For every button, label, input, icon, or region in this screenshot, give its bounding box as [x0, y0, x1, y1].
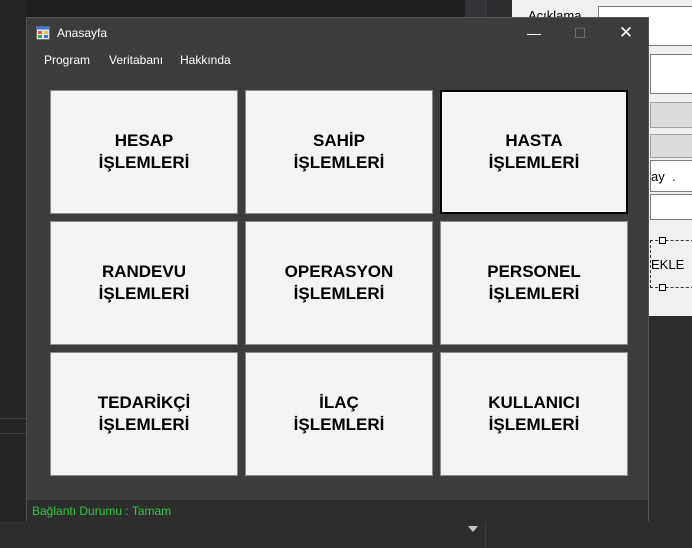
- menu-veritabani[interactable]: Veritabanı: [109, 53, 163, 67]
- tile-label-line1: HESAP: [114, 131, 174, 150]
- tile-label-line1: OPERASYON: [284, 262, 394, 281]
- app-window-icon: [36, 26, 50, 40]
- ide-left-panel: [0, 0, 26, 548]
- ide-divider: [0, 433, 26, 434]
- designer-textbox[interactable]: [650, 194, 692, 220]
- hasta-islemleri-button[interactable]: HASTA İŞLEMLERİ: [440, 90, 628, 214]
- tile-label-line1: PERSONEL: [487, 262, 581, 281]
- tile-label-line1: KULLANICI: [488, 393, 580, 412]
- ilac-islemleri-button[interactable]: İLAÇ İŞLEMLERİ: [245, 352, 433, 476]
- menu-hakkinda[interactable]: Hakkında: [180, 53, 231, 67]
- close-button[interactable]: ✕: [603, 18, 649, 48]
- tile-label-line2: İŞLEMLERİ: [488, 284, 580, 303]
- tile-label-line2: İŞLEMLERİ: [98, 153, 190, 172]
- operasyon-islemleri-button[interactable]: OPERASYON İŞLEMLERİ: [245, 221, 433, 345]
- tile-label-line2: İŞLEMLERİ: [98, 415, 190, 434]
- personel-islemleri-button[interactable]: PERSONEL İŞLEMLERİ: [440, 221, 628, 345]
- title-bar[interactable]: Anasayfa — ☐ ✕: [27, 18, 648, 48]
- hesap-islemleri-button[interactable]: HESAP İŞLEMLERİ: [50, 90, 238, 214]
- ide-bottom-bar: [0, 521, 485, 548]
- tile-label-line2: İŞLEMLERİ: [488, 415, 580, 434]
- designer-textbox[interactable]: [650, 54, 692, 94]
- resize-handle[interactable]: [659, 237, 666, 244]
- menu-bar: Program Veritabanı Hakkında: [27, 48, 648, 72]
- tile-label-line2: İŞLEMLERİ: [293, 284, 385, 303]
- designer-disabled-field: [650, 134, 692, 158]
- ide-divider: [0, 418, 26, 419]
- status-bar: Bağlantı Durumu : Tamam: [27, 500, 648, 522]
- tile-label-line1: RANDEVU: [101, 262, 187, 281]
- maximize-button[interactable]: ☐: [557, 18, 603, 48]
- randevu-islemleri-button[interactable]: RANDEVU İŞLEMLERİ: [50, 221, 238, 345]
- connection-status: Bağlantı Durumu : Tamam: [32, 504, 172, 518]
- tile-label-line2: İŞLEMLERİ: [98, 284, 190, 303]
- tile-label-line2: İŞLEMLERİ: [488, 153, 580, 172]
- minimize-button[interactable]: —: [511, 18, 557, 48]
- sahip-islemleri-button[interactable]: SAHİP İŞLEMLERİ: [245, 90, 433, 214]
- tile-label-line2: İŞLEMLERİ: [293, 415, 385, 434]
- tile-label-line1: TEDARİKÇİ: [97, 393, 191, 412]
- ide-toolbar-piece: [465, 0, 485, 18]
- chevron-down-icon[interactable]: [468, 526, 478, 532]
- menu-program[interactable]: Program: [44, 53, 90, 67]
- tile-label-line2: İŞLEMLERİ: [293, 153, 385, 172]
- designer-date-text: ay .: [651, 169, 676, 184]
- tedarikci-islemleri-button[interactable]: TEDARİKÇİ İŞLEMLERİ: [50, 352, 238, 476]
- tile-label-line1: HASTA: [505, 131, 563, 150]
- tile-label-line1: İLAÇ: [319, 393, 359, 412]
- window-title: Anasayfa: [57, 26, 108, 40]
- kullanici-islemleri-button[interactable]: KULLANICI İŞLEMLERİ: [440, 352, 628, 476]
- resize-handle[interactable]: [659, 284, 666, 291]
- anasayfa-window: Anasayfa — ☐ ✕ Program Veritabanı Hakkın…: [26, 17, 649, 522]
- tile-label-line1: SAHİP: [313, 131, 365, 150]
- designer-ekle-label: EKLE: [651, 257, 685, 272]
- designer-disabled-field: [650, 102, 692, 128]
